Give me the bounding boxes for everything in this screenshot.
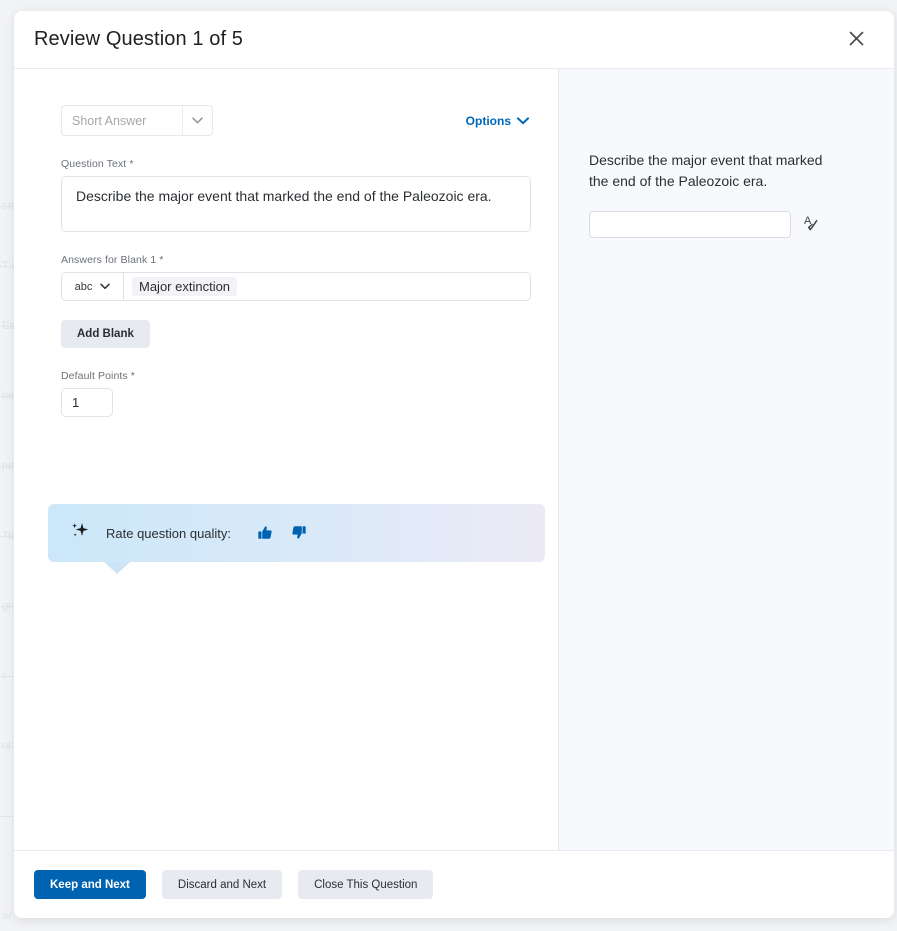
question-preview-pane: Describe the major event that marked the… <box>558 69 894 850</box>
background-text: gr <box>2 600 12 612</box>
banner-pointer <box>104 562 130 574</box>
question-text-label: Question Text * <box>61 158 134 170</box>
options-dropdown-button[interactable]: Options <box>466 114 531 128</box>
background-text: or <box>2 740 12 752</box>
background-text: s <box>2 670 8 682</box>
spellcheck-icon[interactable]: A <box>803 213 822 237</box>
thumbs-down-icon[interactable] <box>291 525 307 541</box>
rate-question-quality-banner: Rate question quality: <box>48 504 545 574</box>
review-question-modal: Review Question 1 of 5 Short Answer Opti… <box>14 11 894 918</box>
background-text: ar <box>2 910 12 922</box>
editor-toolbar-row: Short Answer Options <box>61 105 531 136</box>
preview-answer-input[interactable] <box>589 211 791 238</box>
question-editor-pane: Short Answer Options Question Text * Des… <box>14 69 558 850</box>
modal-header: Review Question 1 of 5 <box>14 11 894 69</box>
background-text: be <box>2 390 15 402</box>
modal-body: Short Answer Options Question Text * Des… <box>14 69 894 850</box>
answers-label: Answers for Blank 1 * <box>61 254 164 266</box>
sparkle-icon <box>70 521 92 546</box>
rate-icons-group <box>257 525 307 541</box>
chevron-down-icon <box>517 114 529 128</box>
answer-match-type-value: abc <box>74 280 93 293</box>
answer-value-input[interactable]: Major extinction <box>124 273 530 300</box>
background-text: To <box>2 530 14 542</box>
discard-and-next-button[interactable]: Discard and Next <box>161 870 283 899</box>
background-text: pe <box>2 460 15 472</box>
modal-footer: Keep and Next Discard and Next Close Thi… <box>14 850 894 918</box>
preview-question-text: Describe the major event that marked the… <box>589 152 823 189</box>
answer-chip: Major extinction <box>132 277 238 296</box>
answer-blank-1-row: abc Major extinction <box>61 272 531 301</box>
thumbs-up-icon[interactable] <box>257 525 273 541</box>
add-blank-button[interactable]: Add Blank <box>61 320 150 348</box>
chevron-down-icon <box>100 281 111 293</box>
question-type-value: Short Answer <box>72 113 147 128</box>
chevron-down-icon <box>182 106 212 135</box>
close-icon <box>849 31 864 49</box>
options-label: Options <box>465 113 511 128</box>
question-type-select[interactable]: Short Answer <box>61 105 213 136</box>
question-text-input[interactable]: Describe the major event that marked the… <box>61 176 531 232</box>
page-title: Review Question 1 of 5 <box>34 28 243 50</box>
close-button[interactable] <box>842 26 870 54</box>
keep-and-next-button[interactable]: Keep and Next <box>34 870 146 899</box>
default-points-input[interactable] <box>61 388 113 417</box>
rate-banner-body: Rate question quality: <box>48 504 545 562</box>
answer-match-type-select[interactable]: abc <box>62 273 124 300</box>
default-points-label: Default Points * <box>61 370 135 382</box>
rate-question-quality-label: Rate question quality: <box>106 525 232 541</box>
preview-answer-row: A <box>589 211 854 238</box>
close-this-question-button[interactable]: Close This Question <box>298 870 434 899</box>
background-divider <box>0 816 14 817</box>
